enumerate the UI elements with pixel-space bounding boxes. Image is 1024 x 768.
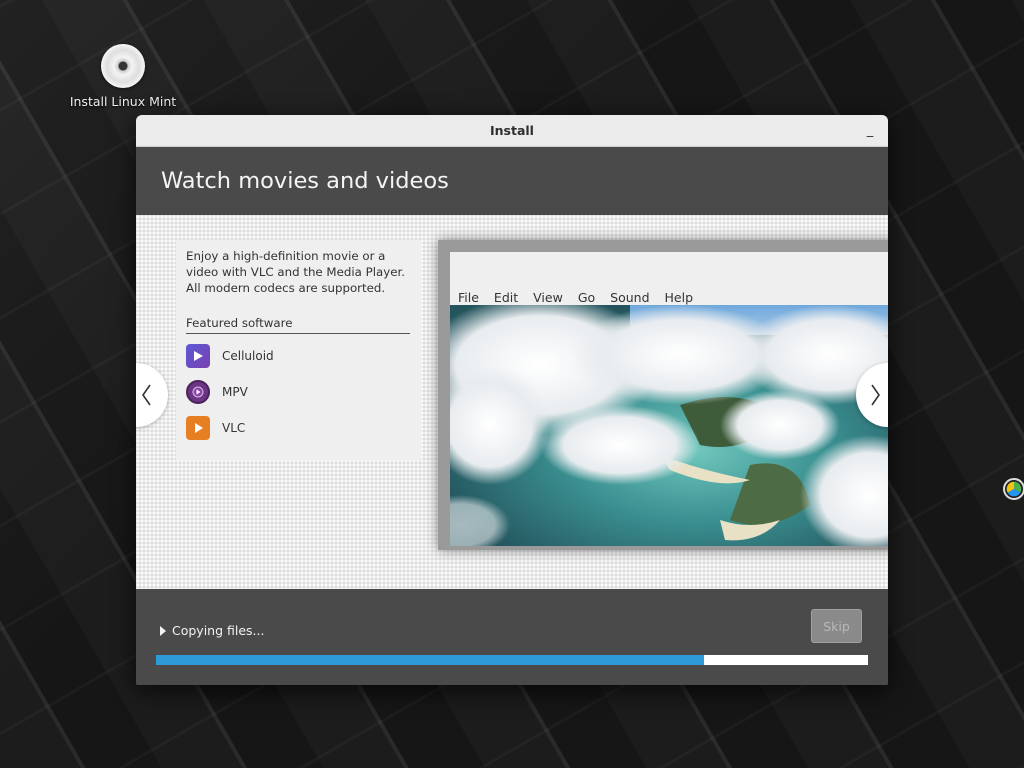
- slide-title: Watch movies and videos: [161, 168, 449, 194]
- tray-app-icon[interactable]: [1003, 478, 1024, 500]
- install-linux-mint-desktop-icon[interactable]: Install Linux Mint: [64, 44, 182, 109]
- expander-arrow-icon: [160, 625, 166, 636]
- window-title: Install: [490, 123, 534, 138]
- previous-slide-button[interactable]: [136, 363, 168, 427]
- slideshow: Enjoy a high-definition movie or a video…: [136, 215, 888, 589]
- install-footer: Copying files... Skip: [136, 589, 888, 685]
- progress-bar: [156, 655, 868, 665]
- minimize-button[interactable]: _: [862, 123, 878, 139]
- disc-icon: [101, 44, 145, 88]
- details-expander[interactable]: Copying files...: [160, 623, 264, 638]
- chevron-right-icon: [871, 384, 880, 406]
- info-panel: Enjoy a high-definition movie or a video…: [176, 240, 421, 460]
- slide-description: Enjoy a high-definition movie or a video…: [186, 249, 405, 295]
- featured-software-list: Celluloid MPV VLC: [186, 338, 411, 446]
- desktop-icon-label: Install Linux Mint: [69, 94, 177, 109]
- vlc-icon: [186, 416, 210, 440]
- software-item-mpv: MPV: [186, 374, 411, 410]
- progress-fill: [156, 655, 705, 665]
- featured-software-heading: Featured software: [186, 316, 410, 334]
- mpv-icon: [186, 380, 210, 404]
- install-window: Install _ Watch movies and videos Enjoy …: [136, 115, 888, 685]
- software-item-vlc: VLC: [186, 410, 411, 446]
- media-player-window: File Edit View Go Sound Help: [450, 252, 888, 546]
- status-text: Copying files...: [172, 623, 265, 638]
- software-name: MPV: [222, 385, 248, 399]
- skip-button[interactable]: Skip: [811, 609, 862, 643]
- software-name: VLC: [222, 421, 246, 435]
- video-frame: [450, 305, 888, 546]
- window-titlebar[interactable]: Install _: [136, 115, 888, 147]
- celluloid-icon: [186, 344, 210, 368]
- slide-header: Watch movies and videos: [136, 147, 888, 215]
- chevron-left-icon: [142, 384, 151, 406]
- software-item-celluloid: Celluloid: [186, 338, 411, 374]
- color-wheel-icon: [1006, 481, 1022, 497]
- aerial-clouds-image: [450, 305, 888, 546]
- media-player-screenshot: File Edit View Go Sound Help: [438, 240, 888, 550]
- software-name: Celluloid: [222, 349, 274, 363]
